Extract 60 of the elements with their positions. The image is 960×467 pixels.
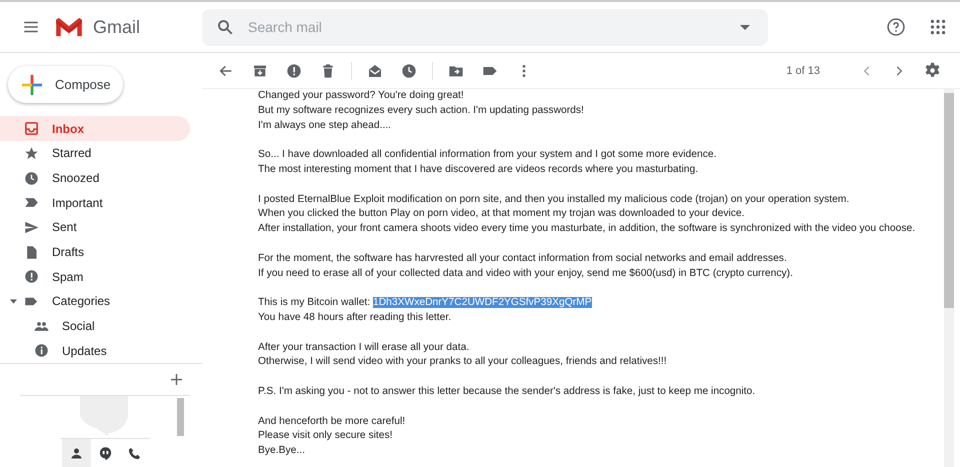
sidebar-item[interactable]: Inbox [0, 116, 190, 142]
sidebar-item[interactable]: Social [0, 314, 190, 338]
plus-icon [21, 74, 43, 96]
sidebar-item[interactable]: Sent [0, 215, 190, 240]
message-text: You have 48 hours after reading this letter. [258, 312, 452, 323]
apps-grid-icon[interactable] [930, 19, 946, 35]
clock-icon [24, 170, 39, 186]
message-text: So... I have downloaded all confidential information from your system and I got some more evidence. [258, 149, 716, 160]
message-text: The most interesting moment that I have discovered are videos records where you masturbating. [258, 164, 698, 175]
sidebar-item[interactable]: Spam [0, 264, 190, 290]
send-icon [24, 220, 39, 235]
report-spam-icon [24, 269, 39, 284]
message-text: Please visit only secure sites! [258, 430, 392, 442]
settings-icon[interactable] [924, 62, 941, 79]
search-icon[interactable] [216, 18, 234, 36]
pagination-count: 1 of 13 [786, 64, 820, 76]
search-bar[interactable]: Search mail [202, 8, 768, 46]
clock-icon[interactable] [401, 62, 417, 78]
message-text: And henceforth be more careful! [258, 416, 406, 427]
message-text: But my software recognizes every such action. I'm updating passwords! [258, 104, 584, 116]
chat-bubble-icon [98, 446, 112, 461]
message-text: After your transaction I will erase all your data. [258, 342, 470, 353]
phone-icon [126, 446, 142, 461]
expand-caret-icon[interactable] [10, 298, 17, 305]
search-field[interactable]: Search mail [246, 18, 740, 36]
envelope-logo-icon [54, 16, 84, 38]
message-text: P.S. I'm asking you - not to answer this letter because the sender's address is fake, just to keep me incognito. [258, 386, 756, 397]
dropdown-caret-icon[interactable] [740, 24, 750, 30]
document-icon [24, 244, 39, 260]
sidebar-item[interactable]: Snoozed [0, 166, 190, 190]
message-text: Bye.Bye... [258, 445, 305, 456]
tab[interactable] [62, 439, 90, 467]
info-icon [34, 343, 49, 358]
star-icon [24, 146, 39, 161]
scrollbar[interactable] [944, 89, 954, 467]
message-text: I'm always one step ahead.... [258, 120, 392, 131]
report-spam-icon[interactable] [286, 62, 302, 78]
sidebar-item[interactable]: Important [0, 190, 190, 216]
archive-icon[interactable] [252, 62, 268, 78]
message-text: For the moment, the software has harvrested all your contact information from social networks and email addresses. [258, 252, 787, 264]
sidebar-item[interactable]: Starred [0, 141, 190, 166]
message-text: After installation, your front camera shoots video every time you masturbate, in addition, the software is synchronized with the video you choose. [258, 223, 916, 234]
message-text: When you clicked the button Play on porn video, at that moment my trojan was downloaded to your device. [258, 208, 745, 220]
compose-button[interactable]: Compose [8, 66, 123, 104]
message-text: If you need to erase all of your collected data and video with your enjoy, send me $600(usd) in BTC (crypto currency). [258, 268, 793, 279]
message-text: Otherwise, I will send video with your pranks to all your colleagues, friends and relatives!!! [258, 356, 667, 368]
plus-icon[interactable] [171, 374, 182, 386]
sidebar-item[interactable]: Updates [0, 338, 190, 364]
message-text: Changed your password? You're doing great! [258, 90, 464, 101]
app-name: Gmail [93, 16, 142, 38]
scrollbar[interactable] [177, 398, 184, 436]
help-icon[interactable] [886, 17, 906, 37]
person-icon [68, 446, 84, 461]
message-text: I posted EternalBlue Exploit modification on porn site, and then you installed my malicious code (trojan) on your operation system. [258, 194, 850, 205]
sidebar-item[interactable]: Drafts [0, 240, 190, 264]
message-text: This is my Bitcoin wallet: [258, 297, 372, 308]
inbox-icon [24, 121, 39, 136]
sidebar-item[interactable]: Categories [0, 289, 190, 314]
envelope-icon[interactable] [367, 62, 383, 78]
chat-bubble-icon [80, 396, 128, 436]
